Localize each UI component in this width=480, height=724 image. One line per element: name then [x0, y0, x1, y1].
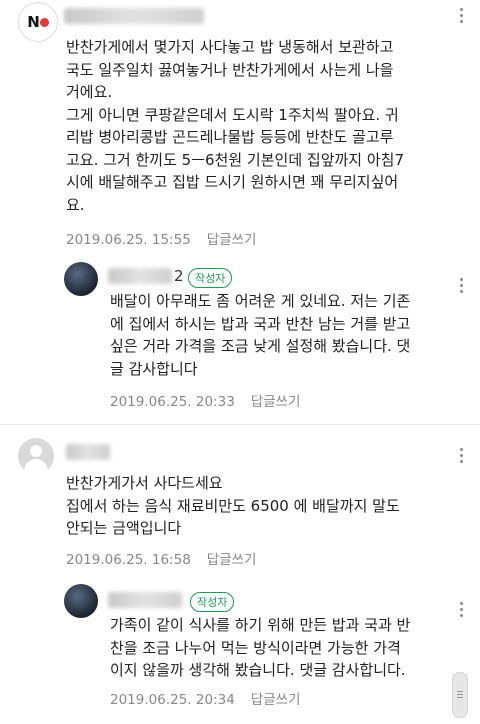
comment-1: N 반찬가게에서 몇가지 사다놓고 밥 냉동해서 보관하고 국도 일주일치 끓여… — [0, 0, 480, 260]
comment-meta: 2019.06.25. 20:34 답글쓰기 — [110, 688, 300, 708]
reply-button[interactable]: 답글쓰기 — [251, 394, 301, 410]
avatar[interactable]: N — [18, 2, 58, 42]
avatar[interactable] — [64, 584, 98, 618]
comment-date: 2019.06.25. 15:55 — [66, 232, 191, 248]
comment-meta: 2019.06.25. 15:55 답글쓰기 — [66, 228, 256, 248]
comment-meta: 2019.06.25. 16:58 답글쓰기 — [66, 548, 256, 568]
author-name[interactable] — [108, 592, 182, 608]
reply-button[interactable]: 답글쓰기 — [251, 692, 301, 708]
author-name[interactable] — [64, 8, 204, 24]
scroll-handle-icon[interactable] — [452, 672, 468, 718]
author-name-suffix: 2 — [174, 267, 184, 285]
reply-2: 작성자 가족이 같이 식사를 하기 위해 만든 밥과 국과 반 찬을 조금 나누… — [0, 578, 480, 724]
reply-button[interactable]: 답글쓰기 — [207, 232, 257, 248]
comment-date: 2019.06.25. 20:34 — [110, 692, 235, 708]
avatar[interactable] — [64, 262, 98, 296]
more-vertical-icon[interactable] — [460, 8, 464, 23]
reply-1: 2 작성자 배달이 아무래도 좀 어려운 게 있네요. 저는 기존 에 집에서 … — [0, 258, 480, 418]
author-name[interactable] — [66, 444, 110, 460]
more-vertical-icon[interactable] — [460, 602, 464, 617]
comment-text: 배달이 아무래도 좀 어려운 게 있네요. 저는 기존 에 집에서 하시는 밥과… — [110, 292, 411, 378]
comment-text: 반찬가게가서 사다드세요 집에서 하는 음식 재료비만도 6500 에 배달까지… — [66, 474, 400, 537]
brand-logo: N — [27, 13, 40, 31]
comment-text: 가족이 같이 식사를 하기 위해 만든 밥과 국과 반 찬을 조금 나누어 먹는… — [110, 616, 411, 679]
comment-meta: 2019.06.25. 20:33 답글쓰기 — [110, 390, 300, 410]
more-vertical-icon[interactable] — [460, 448, 464, 463]
comment-2: 반찬가게가서 사다드세요 집에서 하는 음식 재료비만도 6500 에 배달까지… — [0, 430, 480, 570]
default-avatar-icon[interactable] — [18, 438, 54, 474]
comment-text: 반찬가게에서 몇가지 사다놓고 밥 냉동해서 보관하고 국도 일주일치 끓여놓거… — [66, 38, 405, 214]
author-name[interactable] — [108, 268, 172, 284]
logo-dot-icon — [39, 17, 49, 27]
author-badge: 작성자 — [188, 268, 233, 288]
comment-date: 2019.06.25. 16:58 — [66, 552, 191, 568]
author-badge: 작성자 — [190, 592, 235, 612]
comment-date: 2019.06.25. 20:33 — [110, 394, 235, 410]
divider — [0, 424, 480, 425]
reply-button[interactable]: 답글쓰기 — [207, 552, 257, 568]
